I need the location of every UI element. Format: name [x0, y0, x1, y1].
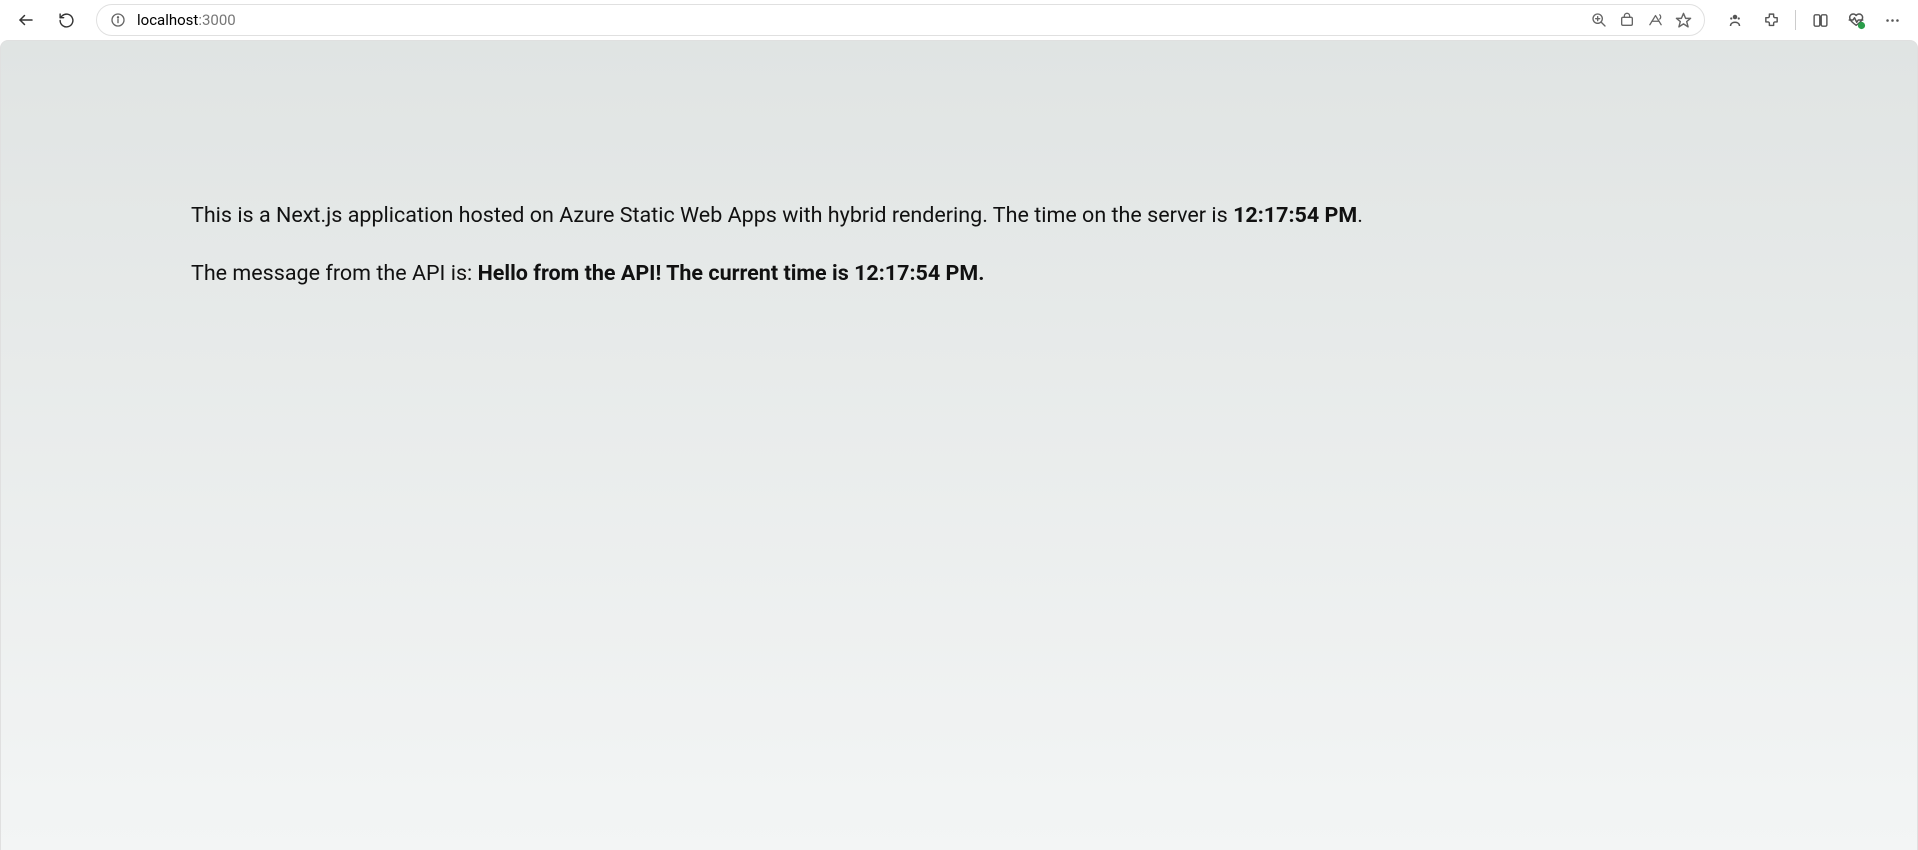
- refresh-button[interactable]: [50, 4, 82, 36]
- url-port: :3000: [198, 11, 235, 29]
- api-message-intro: The message from the API is:: [191, 261, 478, 286]
- server-time-intro: This is a Next.js application hosted on …: [191, 203, 1233, 228]
- favorite-icon[interactable]: [1674, 11, 1692, 29]
- server-time-period: .: [1357, 203, 1363, 228]
- more-menu-icon[interactable]: [1876, 4, 1908, 36]
- url-text[interactable]: localhost:3000: [137, 11, 1580, 29]
- api-message-paragraph: The message from the API is: Hello from …: [191, 259, 1917, 289]
- shopping-icon[interactable]: [1618, 11, 1636, 29]
- url-host: localhost: [137, 11, 198, 29]
- server-time-value: 12:17:54 PM: [1233, 203, 1357, 228]
- toolbar-separator: [1795, 10, 1796, 30]
- read-aloud-icon[interactable]: [1646, 11, 1664, 29]
- server-time-paragraph: This is a Next.js application hosted on …: [191, 201, 1917, 231]
- browser-toolbar: localhost:3000: [0, 0, 1918, 40]
- extensions-icon[interactable]: [1755, 4, 1787, 36]
- zoom-icon[interactable]: [1590, 11, 1608, 29]
- address-bar[interactable]: localhost:3000: [96, 4, 1705, 36]
- refresh-icon: [58, 12, 75, 29]
- extension-toolbar: [1719, 4, 1908, 36]
- split-screen-icon[interactable]: [1804, 4, 1836, 36]
- health-icon[interactable]: [1840, 4, 1872, 36]
- api-message-value: Hello from the API! The current time is …: [478, 261, 985, 286]
- back-button[interactable]: [10, 4, 42, 36]
- site-info-icon[interactable]: [109, 11, 127, 29]
- extension-1-icon[interactable]: [1719, 4, 1751, 36]
- page-content: This is a Next.js application hosted on …: [1, 41, 1917, 289]
- arrow-left-icon: [17, 11, 35, 29]
- page-viewport: This is a Next.js application hosted on …: [0, 40, 1918, 850]
